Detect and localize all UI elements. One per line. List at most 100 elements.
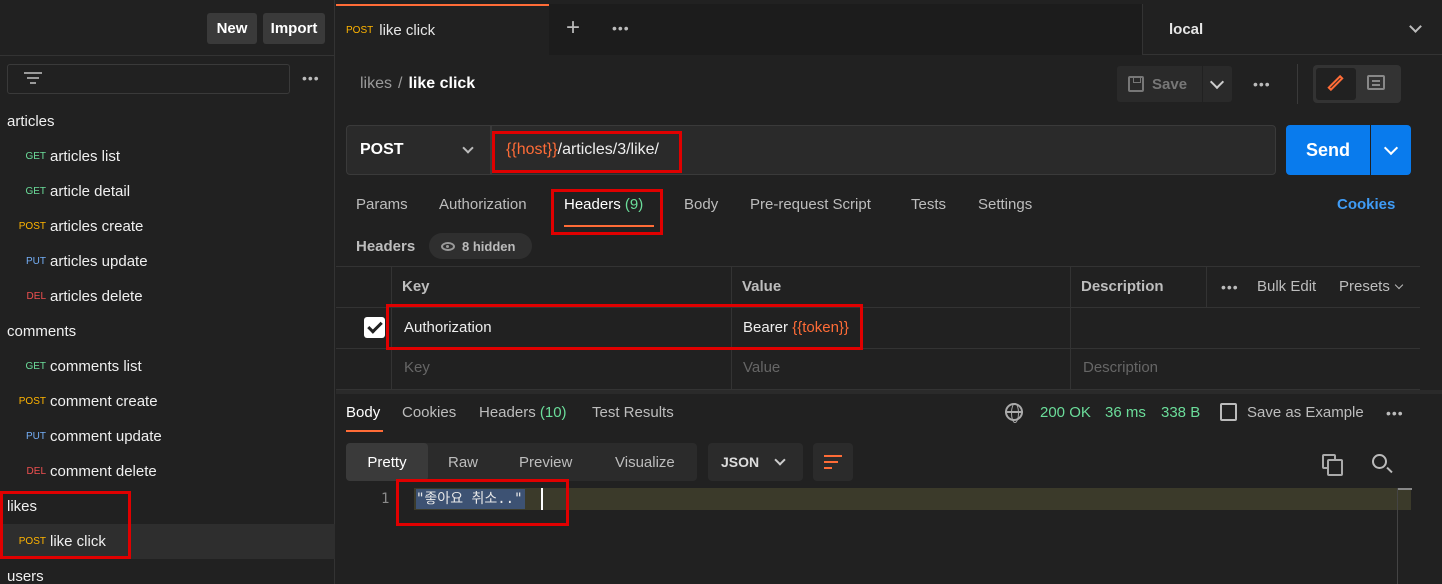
new-key-input[interactable]: Key: [404, 359, 430, 376]
import-button[interactable]: Import: [263, 13, 325, 44]
tab-settings[interactable]: Settings: [978, 196, 1032, 213]
request-label: article detail: [50, 183, 131, 200]
breadcrumb: likes / like click: [360, 75, 475, 93]
presets-label: Presets: [1339, 278, 1390, 295]
header-enabled-checkbox[interactable]: [364, 317, 385, 338]
breadcrumb-current[interactable]: like click: [408, 75, 475, 92]
save-label: Save: [1152, 75, 1188, 93]
request-label: articles delete: [50, 288, 143, 305]
save-dropdown-button[interactable]: [1203, 66, 1232, 102]
comment-icon[interactable]: [1367, 75, 1385, 90]
response-tab-body[interactable]: Body: [346, 404, 380, 421]
request-item[interactable]: DEL comment delete: [0, 454, 157, 489]
presets-dropdown[interactable]: Presets: [1339, 278, 1404, 295]
request-label: comment create: [50, 393, 158, 410]
annotation-box-response: [396, 479, 569, 526]
method-badge: DEL: [26, 466, 46, 477]
new-button[interactable]: New: [207, 13, 257, 44]
chevron-down-icon: [1409, 20, 1422, 33]
new-description-input[interactable]: Description: [1083, 359, 1158, 376]
response-more-icon[interactable]: •••: [1386, 405, 1404, 421]
response-tab-test-results[interactable]: Test Results: [592, 404, 674, 421]
response-divider[interactable]: [336, 390, 1442, 394]
filter-input[interactable]: [7, 64, 290, 94]
request-item[interactable]: DEL articles delete: [0, 279, 143, 314]
request-item[interactable]: PUT comment update: [0, 419, 162, 454]
format-preview[interactable]: Preview: [519, 443, 572, 481]
method-value: POST: [360, 141, 404, 158]
folder-comments[interactable]: comments: [0, 314, 76, 349]
toolbar-divider: [1297, 64, 1298, 104]
method-badge: GET: [25, 186, 46, 197]
folder-label: articles: [7, 113, 55, 130]
tab-method: POST: [346, 25, 374, 36]
mode-toggle: [1313, 65, 1401, 103]
sidebar-header: New Import: [0, 0, 335, 58]
column-header-value: Value: [742, 278, 782, 295]
send-dropdown-button[interactable]: [1371, 125, 1411, 175]
tab-authorization[interactable]: Authorization: [439, 196, 527, 213]
edit-mode-button[interactable]: [1316, 68, 1356, 100]
tab-bar: POST like click + ••• local: [336, 0, 1442, 55]
language-select[interactable]: JSON: [708, 443, 803, 481]
bulk-edit-button[interactable]: Bulk Edit: [1257, 278, 1316, 295]
method-badge: GET: [25, 361, 46, 372]
tab-like-click[interactable]: POST like click: [336, 4, 549, 55]
editor-scrollbar[interactable]: [1397, 488, 1412, 584]
request-item[interactable]: POST articles create: [0, 209, 144, 244]
request-item[interactable]: GET comments list: [0, 349, 141, 384]
globe-icon[interactable]: [1005, 403, 1023, 423]
response-time[interactable]: 36 ms: [1105, 404, 1146, 421]
method-badge: POST: [18, 221, 46, 232]
copy-icon[interactable]: [1322, 454, 1343, 476]
chevron-down-icon: [1394, 280, 1404, 290]
tab-tests[interactable]: Tests: [911, 196, 946, 213]
environment-select[interactable]: local: [1142, 4, 1442, 55]
folder-users[interactable]: users: [0, 559, 44, 584]
format-visualize[interactable]: Visualize: [615, 443, 675, 481]
breadcrumb-parent[interactable]: likes: [360, 75, 392, 92]
filter-icon: [24, 72, 42, 86]
hidden-headers-toggle[interactable]: 8 hidden: [429, 233, 532, 259]
save-icon: [1220, 403, 1237, 421]
chevron-down-icon: [774, 454, 786, 466]
request-label: comment delete: [50, 463, 157, 480]
tab-more-icon[interactable]: •••: [612, 20, 630, 36]
new-value-input[interactable]: Value: [743, 359, 780, 376]
table-border: [336, 266, 1420, 267]
new-tab-icon[interactable]: +: [566, 14, 580, 42]
tab-params[interactable]: Params: [356, 196, 408, 213]
column-header-description: Description: [1081, 278, 1164, 295]
save-as-example-button[interactable]: Save as Example: [1247, 404, 1364, 421]
format-raw[interactable]: Raw: [448, 443, 478, 481]
save-button[interactable]: Save: [1117, 66, 1202, 102]
request-item[interactable]: GET articles list: [0, 139, 120, 174]
headers-section-label: Headers: [356, 238, 416, 255]
tab-prerequest-script[interactable]: Pre-request Script: [750, 196, 871, 213]
request-item[interactable]: GET article detail: [0, 174, 130, 209]
request-label: articles list: [50, 148, 121, 165]
request-more-icon[interactable]: •••: [1253, 76, 1271, 92]
response-tab-headers[interactable]: Headers (10): [479, 404, 567, 421]
folder-articles[interactable]: articles: [0, 104, 55, 139]
cookies-link[interactable]: Cookies: [1337, 196, 1395, 213]
method-select[interactable]: POST: [346, 125, 491, 175]
search-icon[interactable]: [1372, 454, 1387, 469]
response-tab-cookies[interactable]: Cookies: [402, 404, 456, 421]
table-more-icon[interactable]: •••: [1221, 279, 1239, 295]
folder-label: users: [7, 568, 44, 584]
sidebar-more-icon[interactable]: •••: [302, 70, 320, 86]
tab-body[interactable]: Body: [684, 196, 718, 213]
eye-icon: [441, 241, 455, 251]
request-item[interactable]: POST comment create: [0, 384, 158, 419]
request-item[interactable]: PUT articles update: [0, 244, 148, 279]
annotation-box-url: [492, 131, 682, 173]
wrap-lines-icon[interactable]: [813, 443, 853, 481]
format-pretty[interactable]: Pretty: [346, 443, 428, 481]
response-size[interactable]: 338 B: [1161, 404, 1200, 421]
pencil-icon: [1327, 74, 1344, 92]
status-code[interactable]: 200 OK: [1040, 404, 1091, 421]
request-label: articles update: [50, 253, 148, 270]
environment-label: local: [1169, 21, 1204, 38]
send-button[interactable]: Send: [1286, 125, 1370, 175]
